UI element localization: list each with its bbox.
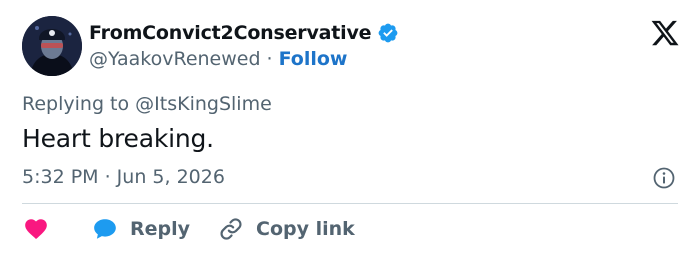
divider (22, 203, 678, 204)
heart-icon (22, 216, 50, 242)
author-display-name[interactable]: FromConvict2Conservative (89, 22, 372, 44)
reply-button[interactable]: Reply (50, 216, 190, 242)
link-icon (218, 216, 244, 242)
author-name-row: FromConvict2Conservative (89, 22, 399, 44)
avatar-image (22, 16, 82, 76)
author-handle[interactable]: @YaakovRenewed (89, 48, 261, 70)
author-handle-row: @YaakovRenewed · Follow (89, 48, 347, 70)
speech-bubble-icon (92, 216, 118, 242)
replying-to: Replying to @ItsKingSlime (22, 93, 272, 115)
replying-to-prefix: Replying to (22, 93, 130, 115)
replying-to-handle[interactable]: @ItsKingSlime (135, 93, 272, 115)
action-bar: Reply Copy link (22, 216, 355, 242)
copy-link-button[interactable]: Copy link (190, 216, 355, 242)
tweet-text: Heart breaking. (22, 124, 214, 153)
tweet-timestamp[interactable]: 5:32 PM · Jun 5, 2026 (22, 166, 225, 188)
verified-badge-icon (377, 22, 399, 44)
x-logo-icon[interactable] (650, 18, 680, 48)
info-icon[interactable] (652, 166, 676, 190)
follow-button[interactable]: Follow (279, 48, 348, 70)
avatar[interactable] (22, 16, 82, 76)
reply-label: Reply (130, 218, 191, 240)
handle-separator: · (266, 48, 273, 70)
like-button[interactable] (22, 216, 50, 242)
copy-link-label: Copy link (256, 218, 355, 240)
